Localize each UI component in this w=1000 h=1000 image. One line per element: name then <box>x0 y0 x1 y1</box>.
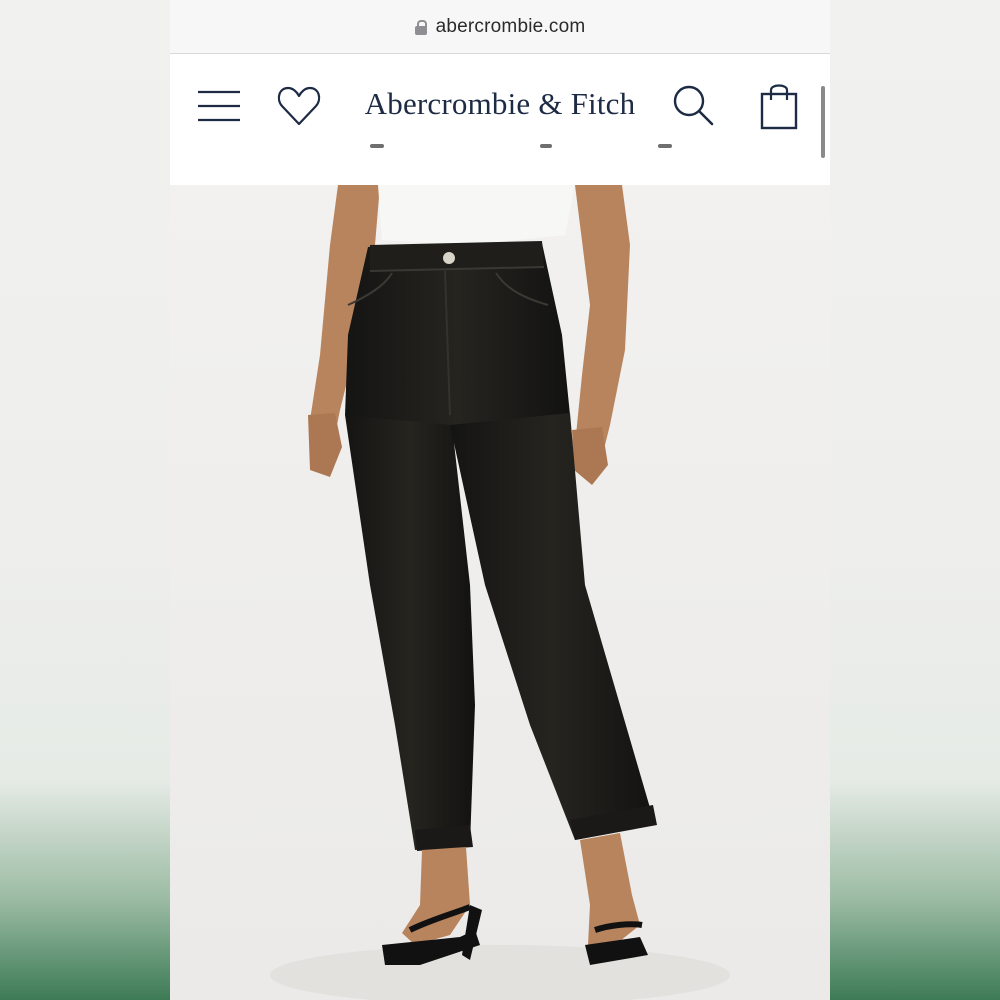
site-header: Abercrombie & Fitch <box>170 54 830 185</box>
right-backdrop <box>830 0 1000 1000</box>
phone-screen: abercrombie.com Abercrombie & Fitch <box>170 0 830 1000</box>
wishlist-button[interactable] <box>276 84 322 128</box>
search-icon <box>673 85 714 126</box>
heart-icon <box>277 86 321 126</box>
shopping-bag-button[interactable] <box>756 80 802 132</box>
search-button[interactable] <box>670 82 718 130</box>
product-photo <box>170 185 830 1000</box>
shopping-bag-icon <box>760 84 798 130</box>
menu-button[interactable] <box>196 86 242 126</box>
brand-logo[interactable]: Abercrombie & Fitch <box>330 82 670 126</box>
cut-off-subheader <box>370 144 700 152</box>
lock-icon <box>414 20 427 35</box>
left-backdrop <box>0 0 170 1000</box>
url-text: abercrombie.com <box>435 15 586 37</box>
address-bar[interactable]: abercrombie.com <box>170 0 830 54</box>
product-image[interactable] <box>170 185 830 1000</box>
scrollbar[interactable] <box>821 86 825 158</box>
menu-icon <box>198 90 240 122</box>
